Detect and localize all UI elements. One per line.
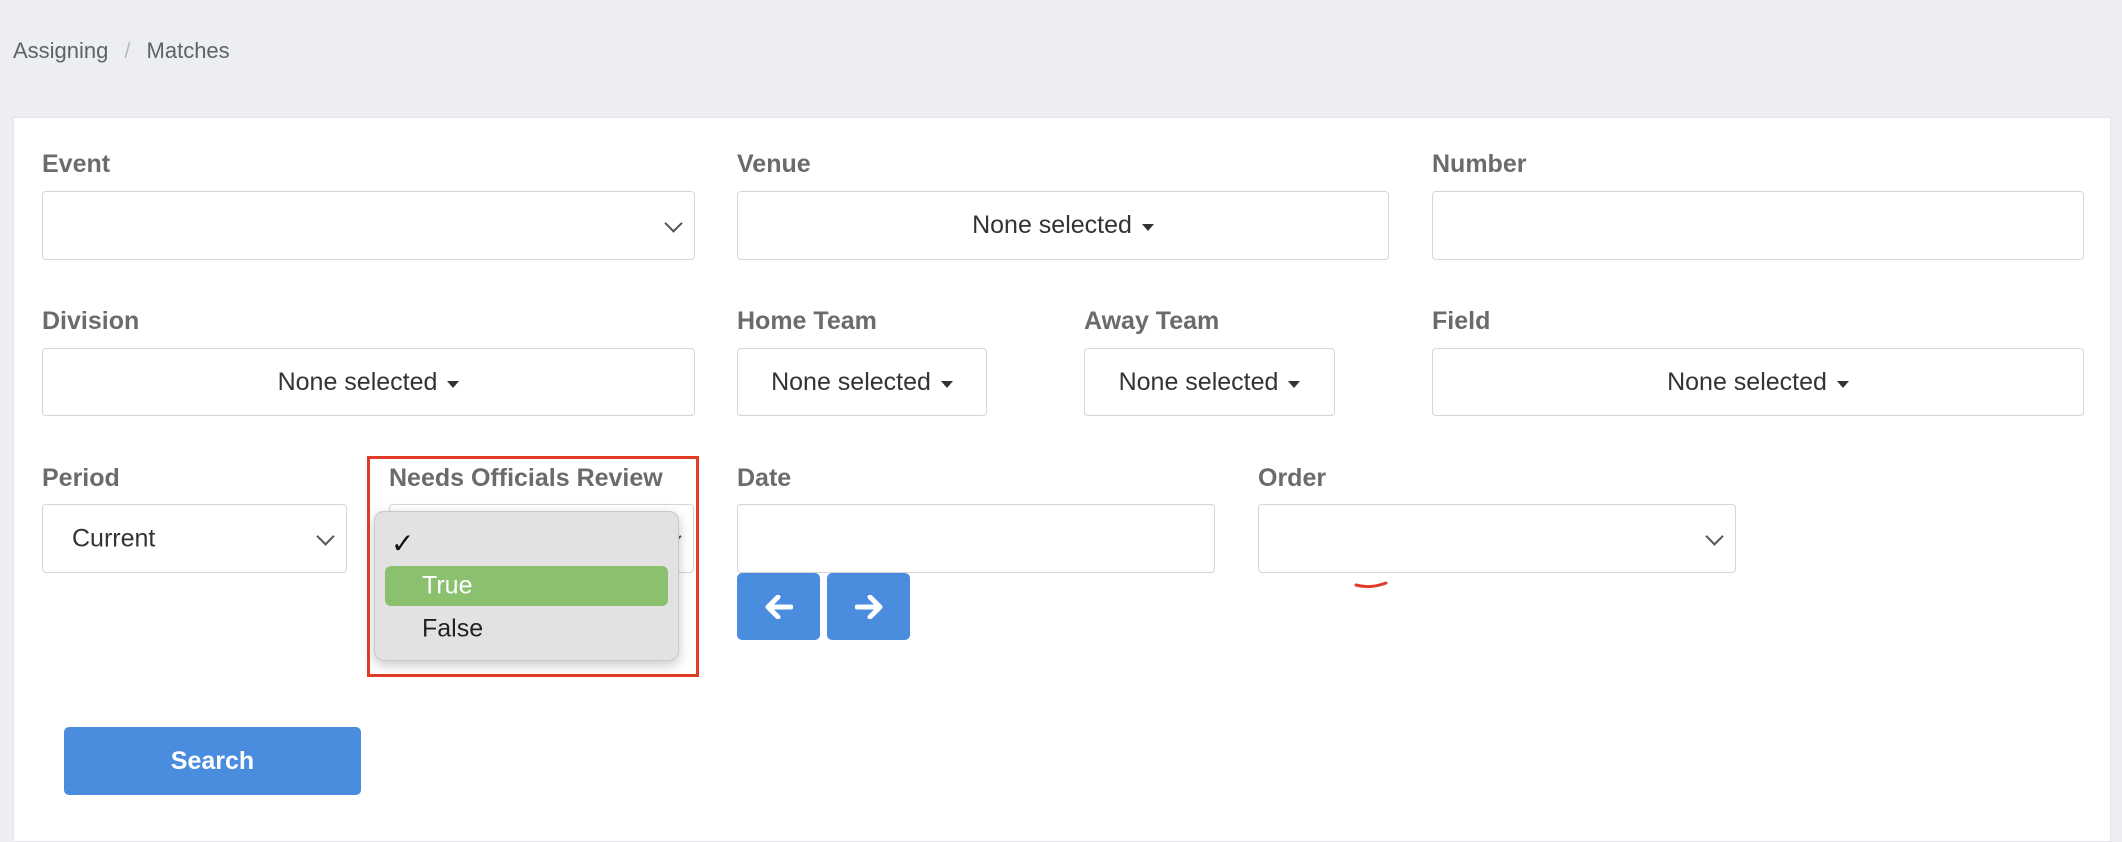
away-team-label: Away Team	[1084, 307, 1220, 335]
venue-multiselect[interactable]: None selected	[737, 191, 1389, 260]
number-input[interactable]	[1432, 191, 2084, 260]
division-multiselect[interactable]: None selected	[42, 348, 695, 416]
date-label: Date	[737, 464, 792, 492]
venue-value: None selected	[972, 211, 1132, 239]
order-label: Order	[1258, 464, 1327, 492]
date-input[interactable]	[737, 504, 1215, 573]
caret-down-icon	[940, 380, 953, 388]
division-label: Division	[42, 307, 140, 335]
home-team-multiselect[interactable]: None selected	[737, 348, 987, 416]
caret-down-icon	[447, 380, 460, 388]
search-button[interactable]: Search	[64, 727, 361, 795]
breadcrumb-separator: /	[124, 38, 131, 63]
period-select[interactable]: Current	[42, 504, 347, 573]
breadcrumb-item-matches: Matches	[146, 38, 230, 63]
previous-date-button[interactable]	[737, 573, 820, 640]
chevron-down-icon	[664, 213, 683, 233]
breadcrumb: Assigning / Matches	[13, 38, 230, 64]
search-button-label: Search	[170, 746, 255, 775]
chevron-down-icon	[1705, 526, 1724, 546]
period-label: Period	[42, 464, 120, 492]
annotation-mark	[1354, 581, 1388, 589]
caret-down-icon	[1836, 380, 1849, 388]
away-team-multiselect[interactable]: None selected	[1084, 348, 1335, 416]
period-value: Current	[72, 524, 156, 552]
division-value: None selected	[277, 367, 438, 396]
home-team-value: None selected	[771, 367, 931, 396]
away-team-value: None selected	[1118, 367, 1279, 396]
field-value: None selected	[1667, 367, 1827, 396]
order-select[interactable]	[1258, 504, 1736, 573]
arrow-left-icon	[765, 594, 793, 619]
breadcrumb-item-assigning[interactable]: Assigning	[13, 38, 108, 63]
venue-label: Venue	[737, 150, 811, 178]
number-label: Number	[1432, 150, 1527, 178]
event-label: Event	[42, 150, 111, 178]
annotation-highlight-box	[367, 456, 699, 677]
home-team-label: Home Team	[737, 307, 877, 335]
field-multiselect[interactable]: None selected	[1432, 348, 2084, 416]
next-date-button[interactable]	[827, 573, 910, 640]
caret-down-icon	[1288, 380, 1301, 388]
event-select[interactable]	[42, 191, 695, 260]
field-label: Field	[1432, 307, 1491, 335]
chevron-down-icon	[316, 526, 335, 546]
caret-down-icon	[1141, 224, 1154, 231]
arrow-right-icon	[854, 594, 882, 619]
